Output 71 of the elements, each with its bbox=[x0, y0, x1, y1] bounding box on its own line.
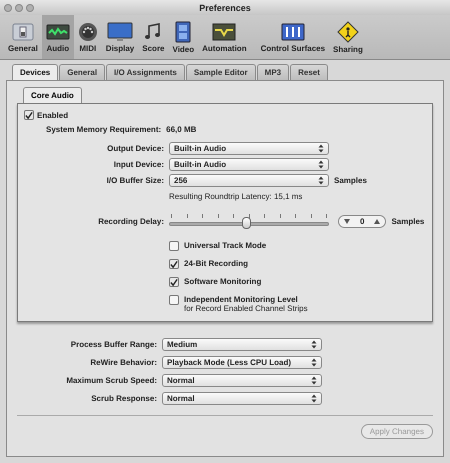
dropdown[interactable]: Playback Mode (Less CPU Load) bbox=[162, 356, 322, 369]
checkbox[interactable] bbox=[169, 259, 179, 269]
tab[interactable]: MP3 bbox=[256, 64, 290, 80]
toolbar-item[interactable]: Control Surfaces bbox=[256, 15, 330, 59]
tab[interactable]: Devices bbox=[12, 64, 58, 80]
checkbox-label: Enabled bbox=[37, 110, 68, 120]
stepper-arrows-icon bbox=[311, 394, 317, 403]
slider[interactable] bbox=[169, 212, 329, 230]
field-label: I/O Buffer Size: bbox=[106, 176, 164, 185]
toolbar-item[interactable]: Score bbox=[138, 15, 168, 59]
checkbox-label: Independent Monitoring Level bbox=[184, 295, 299, 304]
checkbox[interactable] bbox=[169, 295, 179, 305]
stepper-arrows-icon bbox=[311, 340, 317, 349]
field-label: Input Device: bbox=[112, 160, 164, 169]
stepper-arrows-icon bbox=[318, 144, 324, 153]
field-label: Scrub Response: bbox=[90, 394, 157, 403]
field-label: Maximum Scrub Speed: bbox=[65, 376, 157, 385]
dropdown[interactable]: Medium bbox=[162, 338, 322, 351]
automation-curve-icon bbox=[212, 22, 236, 42]
down-arrow-icon[interactable] bbox=[344, 218, 350, 224]
up-arrow-icon[interactable] bbox=[374, 218, 380, 224]
toolbar-item[interactable]: General bbox=[4, 15, 42, 59]
latency-text: Resulting Roundtrip Latency: 15,1 ms bbox=[169, 192, 302, 201]
toolbar-item[interactable]: Automation bbox=[198, 15, 257, 59]
checkbox[interactable] bbox=[169, 277, 179, 287]
toolbar-item[interactable]: Video bbox=[168, 15, 198, 59]
toolbar-item[interactable]: Audio bbox=[42, 15, 74, 59]
stepper-arrows-icon bbox=[311, 376, 317, 385]
warning-sign-icon bbox=[336, 20, 359, 42]
checkbox-note: for Record Enabled Channel Strips bbox=[184, 304, 308, 313]
checkbox-label: Universal Track Mode bbox=[184, 241, 266, 250]
field-label: ReWire Behavior: bbox=[89, 358, 157, 367]
field-label: System Memory Requirement: bbox=[46, 125, 162, 134]
tab[interactable]: I/O Assignments bbox=[106, 64, 185, 80]
dropdown[interactable]: 256 bbox=[169, 174, 329, 187]
close-icon[interactable] bbox=[4, 4, 12, 12]
dropdown[interactable]: Built-in Audio bbox=[169, 158, 329, 171]
checkbox[interactable] bbox=[169, 241, 179, 251]
dropdown[interactable]: Normal bbox=[162, 374, 322, 387]
film-icon bbox=[175, 20, 192, 42]
audio-interface-icon bbox=[46, 22, 70, 42]
stepper-arrows-icon bbox=[318, 176, 324, 185]
tab[interactable]: Core Audio bbox=[23, 87, 82, 103]
toolbar-item[interactable]: Sharing bbox=[329, 15, 367, 59]
stepper-arrows-icon bbox=[311, 358, 317, 367]
tab[interactable]: General bbox=[59, 64, 106, 80]
unit-label: Samples bbox=[391, 216, 424, 226]
stepper-field[interactable]: 0 bbox=[338, 214, 386, 228]
dropdown[interactable]: Normal bbox=[162, 392, 322, 405]
stepper-arrows-icon bbox=[318, 160, 324, 169]
mixer-icon bbox=[280, 22, 305, 42]
field-label: Recording Delay: bbox=[97, 216, 164, 226]
checkbox-label: Software Monitoring bbox=[184, 277, 262, 286]
monitor-icon bbox=[107, 22, 134, 42]
tab[interactable]: Reset bbox=[290, 64, 328, 80]
switch-icon bbox=[12, 22, 34, 42]
memory-value: 66,0 MB bbox=[166, 125, 196, 134]
field-label: Process Buffer Range: bbox=[70, 340, 157, 349]
toolbar-item[interactable]: MIDI bbox=[74, 15, 102, 59]
slider-thumb[interactable] bbox=[242, 217, 252, 229]
tab[interactable]: Sample Editor bbox=[186, 64, 256, 80]
zoom-icon[interactable] bbox=[26, 4, 34, 12]
dropdown[interactable]: Built-in Audio bbox=[169, 142, 329, 155]
checkbox[interactable] bbox=[24, 110, 34, 120]
window-title: Preferences bbox=[199, 2, 251, 12]
checkbox-label: 24-Bit Recording bbox=[184, 259, 248, 268]
field-label: Output Device: bbox=[106, 144, 164, 153]
unit-label: Samples bbox=[334, 176, 367, 185]
minimize-icon[interactable] bbox=[15, 4, 23, 12]
midi-port-icon bbox=[78, 22, 98, 42]
toolbar-item[interactable]: Display bbox=[102, 15, 138, 59]
